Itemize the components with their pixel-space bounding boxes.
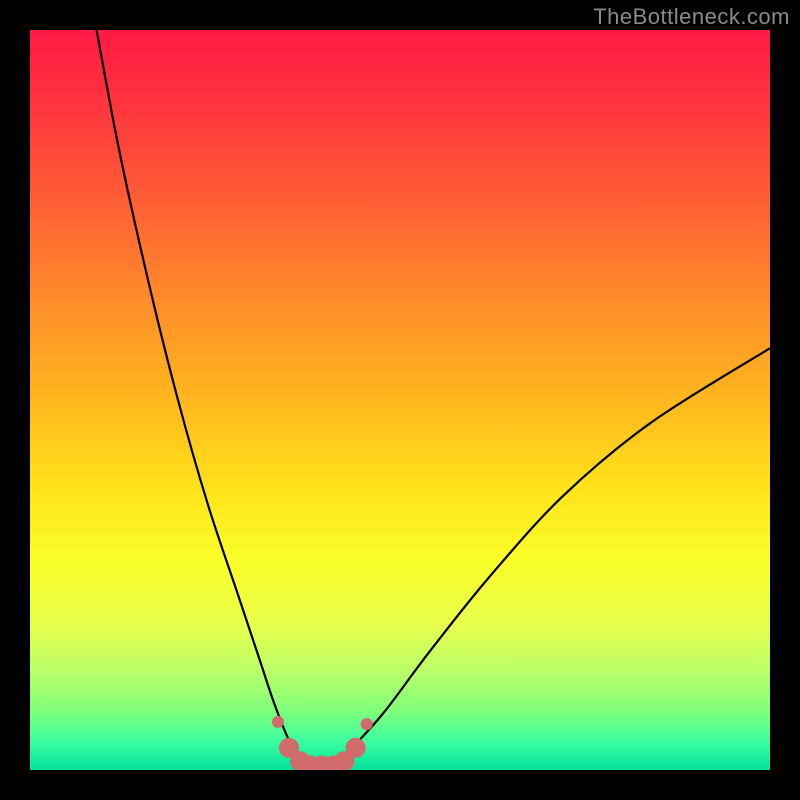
bottleneck-curve xyxy=(97,30,770,767)
watermark-text: TheBottleneck.com xyxy=(593,4,790,30)
highlight-dots-group xyxy=(272,716,373,770)
chart-frame: TheBottleneck.com xyxy=(0,0,800,800)
plot-area xyxy=(30,30,770,770)
highlight-dot xyxy=(361,718,373,730)
highlight-dot xyxy=(346,738,366,758)
highlight-dot xyxy=(272,716,284,728)
curve-layer xyxy=(30,30,770,770)
